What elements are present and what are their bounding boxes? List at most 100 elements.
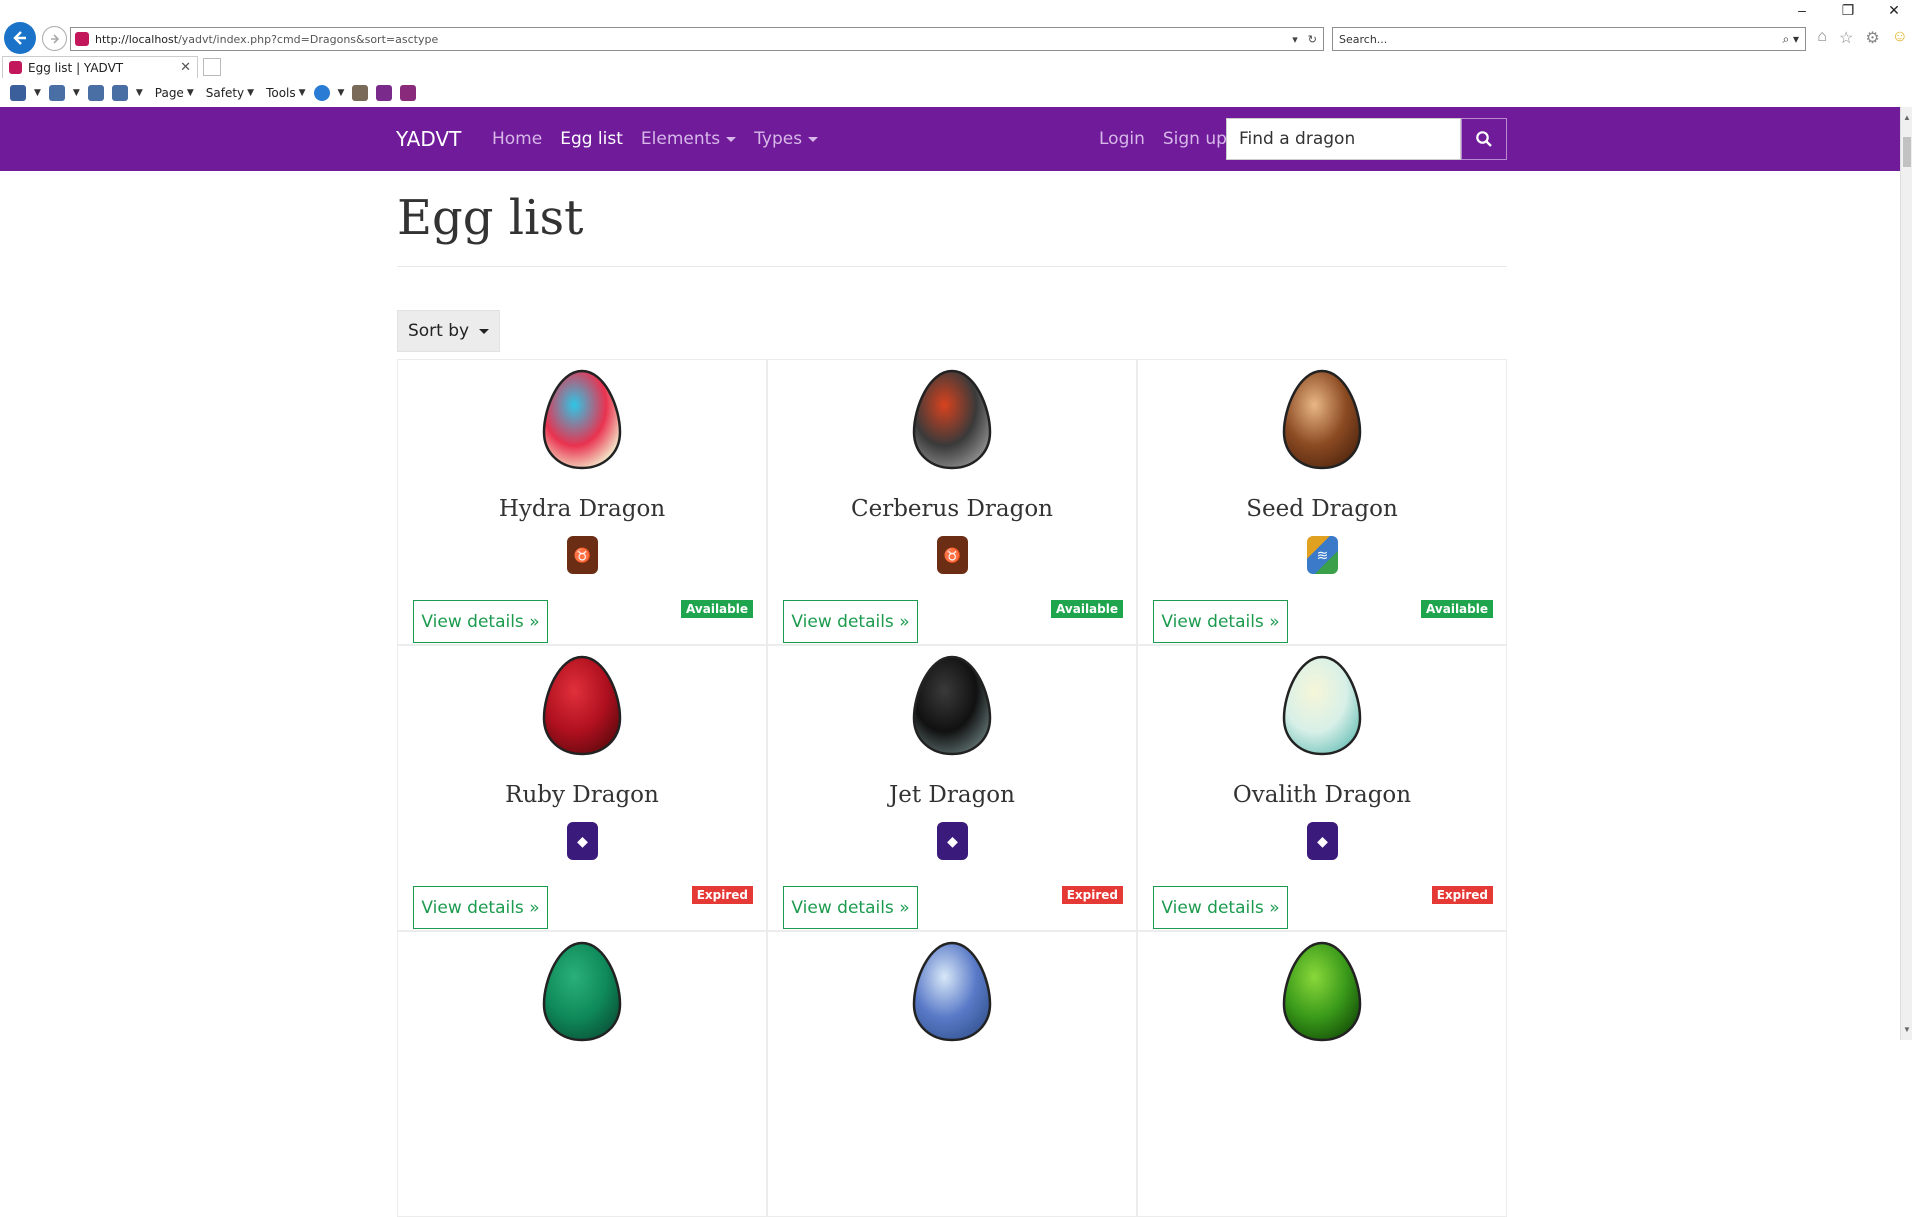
view-details-button[interactable]: View details » [413,600,548,643]
caret-down-icon [726,136,737,142]
favorites-star-icon[interactable]: ☆ [1839,28,1853,48]
tools-menu[interactable]: Tools ▼ [266,86,305,100]
dropdown-arrow-icon[interactable]: ▼ [338,88,345,98]
status-badge: Expired [691,886,753,904]
dragon-name: Ovalith Dragon [1232,782,1412,808]
home-icon[interactable]: ⌂ [1817,28,1827,48]
browser-chrome: – ❐ ✕ http://localhost/yadvt/index.php?c… [0,0,1912,107]
element-multi-icon: ≋ [1307,536,1338,574]
scroll-thumb[interactable] [1903,137,1911,167]
element-purple-icon: ◆ [567,822,598,860]
new-tab-button[interactable] [203,58,221,76]
address-bar[interactable]: http://localhost/yadvt/index.php?cmd=Dra… [70,27,1324,51]
site-navbar: YADVT Home Egg list Elements Types Login… [0,107,1900,171]
element-purple-icon: ◆ [937,822,968,860]
view-details-button[interactable]: View details » [1153,886,1288,929]
url-host: http://localhost [95,32,179,46]
onenote-send-icon[interactable] [400,85,417,101]
forward-button[interactable] [42,26,67,51]
research-icon[interactable] [352,85,369,101]
nav-elements-label: Elements [640,129,721,149]
login-link[interactable]: Login [1099,129,1145,149]
onenote-icon[interactable] [376,85,393,101]
window-controls: – ❐ ✕ [1792,2,1904,19]
dropdown-arrow-icon[interactable]: ▾ [1292,33,1298,46]
signup-link[interactable]: Sign up [1163,129,1227,149]
settings-gear-icon[interactable]: ⚙ [1865,28,1879,48]
view-details-button[interactable]: View details » [783,600,918,643]
element-brown-icon: ♉ [567,536,598,574]
close-window-icon[interactable]: ✕ [1884,2,1904,19]
nav-egg-list[interactable]: Egg list [560,129,623,149]
view-details-button[interactable]: View details » [1153,600,1288,643]
element-brown-icon: ♉ [937,536,968,574]
mail-icon[interactable] [87,85,104,101]
sort-by-dropdown[interactable]: Sort by [397,310,500,352]
dragon-name: Ruby Dragon [505,782,659,808]
sort-by-label: Sort by [407,321,470,341]
dropdown-arrow-icon[interactable]: ▼ [34,88,41,98]
dragon-name: Seed Dragon [1246,496,1398,522]
view-details-button[interactable]: View details » [783,886,918,929]
dropdown-arrow-icon[interactable]: ▼ [136,88,143,98]
safety-menu[interactable]: Safety ▼ [206,86,254,100]
nav-home[interactable]: Home [492,129,542,149]
help-icon[interactable] [313,85,330,101]
status-badge: Available [1421,600,1493,618]
scroll-down-icon[interactable]: ▼ [1903,1025,1911,1034]
page-menu-label: Page [154,86,184,100]
search-icon[interactable]: ⌕ ▾ [1782,32,1805,47]
egg-card: Ruby Dragon ◆ View details » Expired [397,645,767,931]
egg-image [1282,655,1362,756]
egg-image [912,655,992,756]
page-menu[interactable]: Page ▼ [155,86,194,100]
arrow-left-icon [13,31,26,45]
tools-menu-label: Tools [266,86,296,100]
title-divider [397,266,1507,267]
find-dragon-input[interactable]: Find a dragon [1226,118,1461,160]
view-details-button[interactable]: View details » [413,886,548,929]
egg-image [912,369,992,470]
smiley-icon[interactable]: ☺ [1892,28,1908,48]
refresh-icon[interactable]: ↻ [1308,33,1317,46]
tab-favicon [9,61,22,74]
command-bar: ▼ ▼ ▼ Page ▼ Safety ▼ Tools ▼ ▼ [0,82,1912,104]
page-scrollbar[interactable]: ▲ ▼ [1900,107,1912,1040]
minimize-icon[interactable]: – [1792,2,1812,19]
back-button[interactable] [4,22,36,54]
status-badge: Available [1051,600,1123,618]
find-dragon-placeholder: Find a dragon [1239,129,1356,149]
site-favicon [75,32,89,46]
egg-card [1137,931,1507,1217]
restore-icon[interactable]: ❐ [1838,2,1858,19]
tab-title: Egg list | YADVT [28,60,124,75]
find-dragon-button[interactable] [1461,118,1507,160]
page-title: Egg list [397,190,584,246]
browser-search-box[interactable]: Search... ⌕ ▾ [1332,27,1806,51]
dropdown-arrow-icon[interactable]: ▼ [73,88,80,98]
print-icon[interactable] [111,85,128,101]
egg-image [1282,941,1362,1042]
dragon-name: Jet Dragon [889,782,1015,808]
status-badge: Expired [1431,886,1493,904]
url-path: /yadvt/index.php?cmd=Dragons&sort=asctyp… [178,32,439,46]
dragon-name: Hydra Dragon [498,496,666,522]
scroll-up-icon[interactable]: ▲ [1903,113,1911,122]
nav-elements-dropdown[interactable]: Elements [640,129,737,149]
egg-image [542,655,622,756]
home-cmd-icon[interactable] [10,85,26,101]
tab-active[interactable]: Egg list | YADVT ✕ [2,56,198,78]
egg-image [542,369,622,470]
address-tools: ▾ ↻ [1292,33,1323,46]
caret-down-icon [479,328,490,334]
egg-image [542,941,622,1042]
egg-image [912,941,992,1042]
egg-card: Ovalith Dragon ◆ View details » Expired [1137,645,1507,931]
dragon-name: Cerberus Dragon [851,496,1053,522]
nav-links: Home Egg list Elements Types [492,129,819,149]
feeds-icon[interactable] [48,85,65,101]
nav-types-dropdown[interactable]: Types [754,129,819,149]
url-text: http://localhost/yadvt/index.php?cmd=Dra… [95,33,1292,46]
close-tab-icon[interactable]: ✕ [180,60,197,75]
brand-logo[interactable]: YADVT [396,127,461,151]
